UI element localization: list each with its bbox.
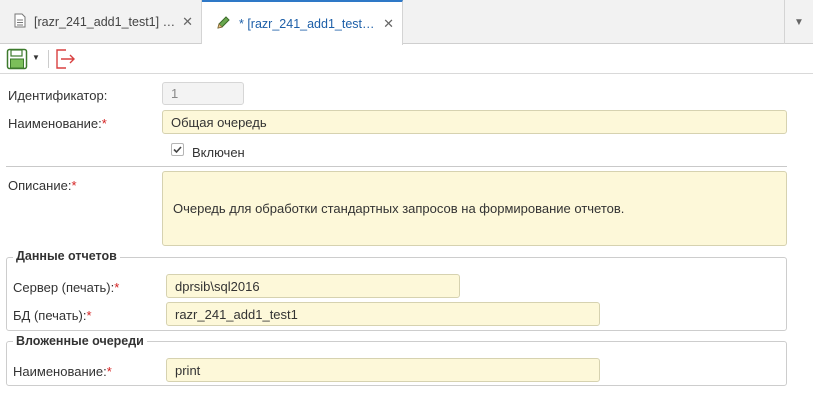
nested-name-field[interactable]: print [166,358,600,382]
report-data-title: Данные отчетов [13,249,120,263]
server-label: Сервер (печать):* [13,280,119,295]
identifier-field[interactable]: 1 [162,82,244,105]
floppy-disk-icon [6,48,28,70]
server-label-text: Сервер (печать): [13,280,115,295]
toolbar: ▼ [0,44,813,74]
enabled-checkbox[interactable] [171,143,184,156]
divider [6,166,787,167]
pencil-icon [216,15,231,33]
name-label-text: Наименование: [8,116,102,131]
nested-name-label: Наименование:* [13,364,112,379]
nested-name-label-text: Наименование: [13,364,107,379]
toolbar-separator [48,50,49,68]
name-field[interactable]: Общая очередь [162,110,787,134]
database-label-text: БД (печать): [13,308,87,323]
document-icon [14,13,26,31]
database-label: БД (печать):* [13,308,92,323]
required-mark: * [101,116,107,131]
required-mark: * [86,308,92,323]
required-mark: * [106,364,112,379]
checkmark-icon [173,146,182,154]
description-field[interactable]: Очередь для обработки стандартных запрос… [162,171,787,246]
tab-bar: [razr_241_add1_test1] Се… ✕ * [razr_241_… [0,0,813,45]
tab-label: [razr_241_add1_test1] Се… [34,15,176,29]
exit-icon [56,49,75,69]
required-mark: * [71,178,77,193]
description-label-text: Описание: [8,178,72,193]
close-icon[interactable]: ✕ [383,16,394,32]
tab-settings-edit[interactable]: * [razr_241_add1_test1] С… ✕ [202,0,403,45]
description-label: Описание:* [8,178,77,193]
database-field[interactable]: razr_241_add1_test1 [166,302,600,326]
exit-button[interactable] [54,48,76,70]
tab-list-dropdown[interactable]: ▼ [784,0,813,44]
nested-queues-title: Вложенные очереди [13,334,147,348]
required-mark: * [114,280,120,295]
save-options-dropdown[interactable]: ▼ [32,53,40,62]
tab-label: * [razr_241_add1_test1] С… [239,16,381,31]
chevron-down-icon: ▼ [794,16,804,28]
close-icon[interactable]: ✕ [182,14,193,30]
identifier-label: Идентификатор: [8,88,108,103]
save-button[interactable] [6,48,28,70]
name-label: Наименование:* [8,116,107,131]
tab-settings-view[interactable]: [razr_241_add1_test1] Се… ✕ [0,0,202,44]
enabled-label: Включен [192,145,245,160]
server-field[interactable]: dprsib\sql2016 [166,274,460,298]
